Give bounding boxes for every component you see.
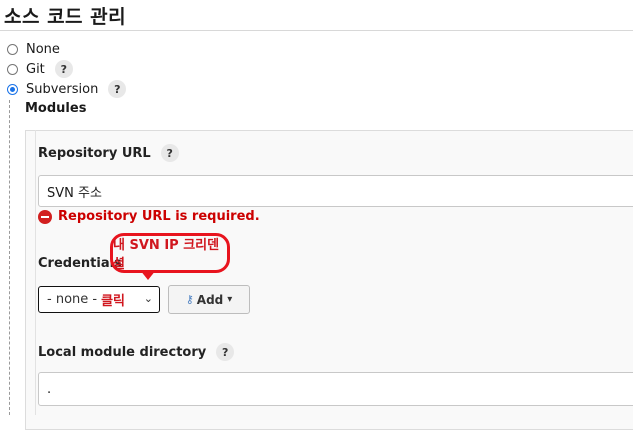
nesting-guide — [9, 100, 10, 415]
chevron-down-icon: ⌄ — [143, 292, 153, 305]
annotation-callout: 내 SVN IP 크리덴셜 — [110, 233, 230, 273]
radio-git[interactable] — [7, 63, 18, 75]
local-module-directory-value: . — [47, 381, 52, 397]
key-icon: ⚷ — [185, 293, 194, 306]
credentials-select-value: - none - — [47, 292, 98, 307]
modules-label: Modules — [25, 101, 87, 116]
local-module-directory-label-text: Local module directory — [38, 344, 207, 360]
radio-none[interactable] — [7, 43, 18, 55]
help-icon[interactable]: ? — [160, 144, 179, 162]
credentials-select[interactable]: - none - 클릭 ⌄ — [38, 286, 160, 313]
error-text: Repository URL is required. — [58, 209, 260, 224]
dropdown-caret-icon: ▾ — [227, 294, 233, 305]
repository-url-value: SVN 주소 — [47, 185, 102, 201]
add-credentials-button[interactable]: ⚷ Add ▾ — [168, 285, 250, 314]
repository-url-label-text: Repository URL — [38, 145, 151, 161]
section-title: 소스 코드 관리 — [4, 6, 127, 28]
scm-option-label: Git — [26, 61, 45, 77]
help-icon[interactable]: ? — [216, 343, 235, 361]
annotation-tail — [140, 270, 156, 280]
radio-subversion[interactable] — [7, 83, 18, 95]
repository-url-label: Repository URL ? — [38, 144, 179, 162]
repository-url-error: Repository URL is required. — [38, 209, 260, 224]
add-button-label: Add — [196, 292, 224, 307]
help-icon[interactable]: ? — [108, 80, 127, 98]
local-module-directory-input[interactable]: . — [38, 372, 633, 406]
scm-option-label: None — [26, 41, 60, 57]
scm-option-none[interactable]: None — [7, 40, 60, 58]
scm-option-subversion[interactable]: Subversion ? — [7, 80, 127, 98]
click-note: 클릭 — [101, 294, 125, 309]
scm-option-git[interactable]: Git ? — [7, 60, 73, 78]
title-divider — [0, 30, 633, 31]
repository-url-input[interactable]: SVN 주소 — [38, 175, 633, 207]
error-icon — [38, 209, 52, 224]
scm-option-label: Subversion — [26, 81, 99, 97]
annotation-text: 내 SVN IP 크리덴셜 — [113, 238, 220, 272]
help-icon[interactable]: ? — [54, 60, 73, 78]
module-panel-rule — [35, 130, 36, 415]
local-module-directory-label: Local module directory ? — [38, 343, 235, 361]
